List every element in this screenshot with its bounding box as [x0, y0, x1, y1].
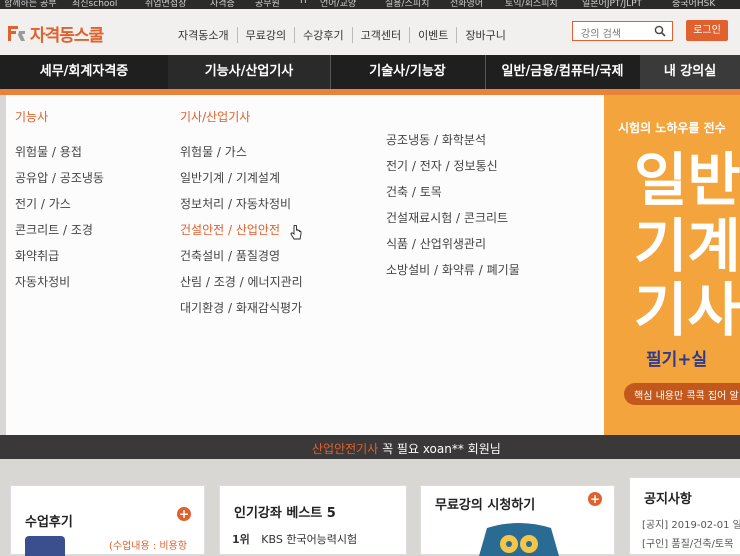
dropdown-item[interactable]: 위험물 / 가스 [180, 139, 303, 165]
dropdown-item[interactable]: 식품 / 산업위생관리 [386, 231, 520, 257]
dropdown-item[interactable]: 위험물 / 용접 [15, 139, 104, 165]
nav-support[interactable]: 고객센터 [351, 27, 409, 43]
main-nav-craftsman[interactable]: 기능사/산업기사 [168, 55, 331, 89]
ticker-user: xoan** 회원님 [422, 442, 501, 456]
top-link[interactable]: 함께하는 공부 [4, 0, 57, 9]
site-header: 자격동스쿨 자격동소개 무료강의 수강후기 고객센터 이벤트 장바구니 강의 검… [0, 9, 740, 55]
nav-events[interactable]: 이벤트 [409, 27, 456, 43]
dropdown-item[interactable]: 정보처리 / 자동차정비 [180, 191, 303, 217]
top-category-strip: 함께하는 공부 최신school 취업면접장 자격증 공무원 IT 언어/교양 … [0, 0, 740, 9]
search-input[interactable]: 강의 검색 [572, 21, 673, 41]
rank-label: 1위 [232, 533, 250, 546]
ticker-mid: 꼭 필요 [378, 442, 423, 456]
dropdown-heading: 기사/산업기사 [180, 110, 251, 124]
dropdown-col-engineer-2: 공조냉동 / 화학분석 전기 / 전자 / 정보통신 건축 / 토목 건설재료시… [386, 127, 520, 283]
dropdown-item[interactable]: 산림 / 조경 / 에너지관리 [180, 269, 303, 295]
nav-about[interactable]: 자격동소개 [178, 27, 237, 43]
banner-pill-text: 핵심 내용만 콕콕 집어 알 [634, 391, 739, 402]
banner-headline-2: 기계 [634, 212, 740, 280]
video-reel-icon[interactable] [473, 522, 565, 556]
card-title: 수업후기 [25, 515, 73, 530]
dropdown-item[interactable]: 화약취급 [15, 243, 104, 269]
main-nav-my-classroom[interactable]: 내 강의실 [640, 55, 740, 89]
top-link[interactable]: IT [300, 0, 308, 6]
dropdown-item[interactable]: 공유압 / 공조냉동 [15, 165, 104, 191]
dropdown-heading: 기능사 [15, 110, 49, 124]
ticker-course: 산업안전기사 [312, 442, 379, 456]
notice-item[interactable]: [공지] 2019-02-01 일 [642, 516, 740, 531]
top-link[interactable]: 취업면접장 [145, 0, 186, 9]
review-thumbnail [25, 536, 65, 556]
best-course-row[interactable]: 1위 KBS 한국어능력시험 [232, 531, 357, 547]
logo-icon [6, 23, 26, 43]
dropdown-item[interactable]: 건설재료시험 / 콘크리트 [386, 205, 520, 231]
nav-reviews[interactable]: 수강후기 [294, 27, 351, 43]
hand-cursor-icon [290, 225, 302, 240]
logo-text: 자격동스쿨 [30, 25, 104, 46]
dropdown-item[interactable]: 전기 / 가스 [15, 191, 104, 217]
banner-headline-3: 기사 [634, 276, 740, 344]
top-link[interactable]: 언어/교양 [320, 0, 356, 9]
promo-banner[interactable]: 시험의 노하우를 전수 일반 기계 기사 필기+실 핵심 내용만 콕콕 집어 알 [604, 95, 740, 435]
dropdown-item[interactable]: 건축 / 토목 [386, 179, 520, 205]
ticker-text: 산업안전기사 꼭 필요 xoan** 회원님 [312, 440, 501, 457]
top-link[interactable]: 최신school [72, 0, 117, 9]
login-button[interactable]: 로그인 [686, 20, 728, 41]
dropdown-item[interactable]: 건축설비 / 품질경영 [180, 243, 303, 269]
top-link[interactable]: 실용/스피치 [385, 0, 429, 9]
dropdown-item[interactable]: 자동차정비 [15, 269, 104, 295]
more-plus-icon[interactable]: + [177, 507, 191, 521]
search-placeholder: 강의 검색 [581, 29, 621, 40]
card-reviews: 수업후기 + (수업내용 : 비용항 [10, 485, 205, 556]
card-title: 공지사항 [644, 492, 692, 507]
top-link[interactable]: 공무원 [255, 0, 280, 9]
course-name: KBS 한국어능력시험 [261, 533, 358, 546]
main-category-nav: 세무/회계자격증 기능사/산업기사 기술사/기능장 일반/금융/컴퓨터/국제 내… [0, 55, 740, 89]
more-plus-icon[interactable]: + [588, 492, 602, 506]
banner-tagline: 시험의 노하우를 전수 [618, 121, 726, 135]
dropdown-item[interactable]: 콘크리트 / 조경 [15, 217, 104, 243]
card-free-lecture: 무료강의 시청하기 + [420, 485, 615, 556]
banner-headline-1: 일반 [634, 146, 740, 214]
card-best-courses: 인기강좌 베스트 5 1위 KBS 한국어능력시험 [219, 485, 407, 555]
card-notices: 공지사항 [공지] 2019-02-01 일 [구인] 품질/건축/토목 [629, 477, 740, 555]
dropdown-item[interactable]: 대기환경 / 화재감식평가 [180, 295, 303, 321]
header-nav: 자격동소개 무료강의 수강후기 고객센터 이벤트 장바구니 [178, 27, 514, 43]
top-link[interactable]: 자격증 [210, 0, 235, 9]
dropdown-col-craftsman: 기능사 위험물 / 용접 공유압 / 공조냉동 전기 / 가스 콘크리트 / 조… [15, 108, 104, 295]
dropdown-item[interactable]: 전기 / 전자 / 정보통신 [386, 153, 520, 179]
card-title: 인기강좌 베스트 5 [234, 506, 336, 521]
dropdown-item[interactable]: 소방설비 / 화약류 / 폐기물 [386, 257, 520, 283]
search-icon[interactable] [654, 25, 666, 37]
nav-free[interactable]: 무료강의 [236, 27, 294, 43]
review-snippet[interactable]: (수업내용 : 비용항 [109, 537, 187, 552]
main-nav-tax[interactable]: 세무/회계자격증 [0, 55, 169, 89]
dropdown-item[interactable]: 일반기계 / 기계설계 [180, 165, 303, 191]
dropdown-item-hovered[interactable]: 건설안전 / 산업안전 [180, 217, 303, 243]
card-title: 무료강의 시청하기 [435, 498, 536, 513]
banner-pill: 핵심 내용만 콕콕 집어 알 [624, 383, 740, 405]
dropdown-item[interactable]: 공조냉동 / 화학분석 [386, 127, 520, 153]
top-link[interactable]: 토익/회스피치 [505, 0, 558, 9]
top-link[interactable]: 중국어HSK [672, 0, 715, 9]
notice-item[interactable]: [구인] 품질/건축/토목 [642, 535, 733, 550]
mega-dropdown: 기능사 위험물 / 용접 공유압 / 공조냉동 전기 / 가스 콘크리트 / 조… [6, 95, 604, 435]
site-logo[interactable]: 자격동스쿨 [6, 21, 104, 46]
top-link[interactable]: 일본어JPT/JLPT [582, 0, 642, 9]
main-nav-general[interactable]: 일반/금융/컴퓨터/국제 [485, 55, 641, 89]
review-ticker[interactable]: 산업안전기사 꼭 필요 xoan** 회원님 [0, 435, 740, 459]
banner-subtitle: 필기+실 [646, 350, 708, 370]
nav-cart[interactable]: 장바구니 [456, 27, 513, 43]
top-link[interactable]: 전화영어 [450, 0, 483, 9]
dropdown-col-engineer: 기사/산업기사 위험물 / 가스 일반기계 / 기계설계 정보처리 / 자동차정… [180, 108, 303, 321]
main-nav-engineer[interactable]: 기술사/기능장 [330, 55, 486, 89]
